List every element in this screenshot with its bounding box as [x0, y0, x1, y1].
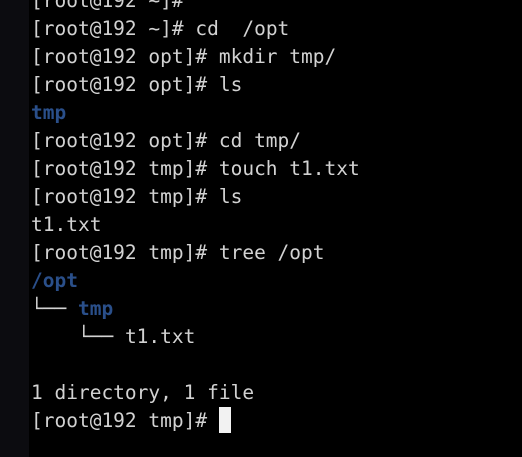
output-text: t1.txt: [31, 213, 102, 236]
terminal-line: [root@192 opt]# cd tmp/: [31, 127, 360, 155]
terminal-line: [root@192 tmp]# tree /opt: [31, 239, 360, 267]
command-text: cd tmp/: [218, 129, 302, 152]
shell-prompt: [root@192 tmp]#: [31, 157, 219, 180]
terminal-line: t1.txt: [31, 211, 360, 239]
terminal-line: 1 directory, 1 file: [31, 379, 360, 407]
command-text: ls: [218, 185, 243, 208]
shell-prompt: [root@192 ~]#: [31, 0, 196, 12]
terminal-line: [root@192 tmp]# ls: [31, 183, 360, 211]
terminal-line: [root@192 tmp]# touch t1.txt: [31, 155, 360, 183]
terminal-line: [root@192 opt]# ls: [31, 71, 360, 99]
shell-prompt: [root@192 tmp]#: [31, 185, 219, 208]
shell-prompt: [root@192 tmp]#: [31, 409, 219, 432]
shell-prompt: [root@192 opt]#: [31, 129, 219, 152]
terminal-line: └── tmp: [31, 295, 360, 323]
terminal-window: [root@192 ~]# [root@192 ~]# cd /opt [root…: [0, 0, 522, 457]
window-left-edge: [0, 0, 29, 457]
output-text: 1 directory, 1 file: [31, 381, 255, 404]
terminal-line: [root@192 ~]#: [31, 0, 360, 15]
terminal-line: [root@192 tmp]#: [31, 407, 360, 435]
command-text: ls: [218, 73, 243, 96]
terminal-line: tmp: [31, 99, 360, 127]
shell-prompt: [root@192 opt]#: [31, 45, 219, 68]
text-cursor: [218, 407, 231, 433]
file-name: t1.txt: [124, 325, 196, 348]
command-text: mkdir tmp/: [218, 45, 337, 68]
tree-connector: └──: [31, 297, 78, 320]
command-text: touch t1.txt: [218, 157, 360, 180]
terminal-line: └── t1.txt: [31, 323, 360, 351]
terminal-lines: [root@192 ~]# [root@192 ~]# cd /opt [root…: [31, 0, 360, 435]
command-text: tree /opt: [218, 241, 325, 264]
terminal-line: /opt: [31, 267, 360, 295]
terminal-output-area[interactable]: [root@192 ~]# [root@192 ~]# cd /opt [root…: [29, 0, 522, 457]
directory-name: tmp: [31, 101, 67, 124]
shell-prompt: [root@192 opt]#: [31, 73, 219, 96]
directory-name: tmp: [77, 297, 114, 320]
directory-name: /opt: [31, 269, 78, 292]
terminal-line: [root@192 ~]# cd /opt: [31, 15, 360, 43]
terminal-line: [root@192 opt]# mkdir tmp/: [31, 43, 360, 71]
command-text: cd /opt: [195, 17, 290, 40]
shell-prompt: [root@192 ~]#: [31, 17, 196, 40]
shell-prompt: [root@192 tmp]#: [31, 241, 219, 264]
tree-connector: └──: [77, 325, 125, 348]
